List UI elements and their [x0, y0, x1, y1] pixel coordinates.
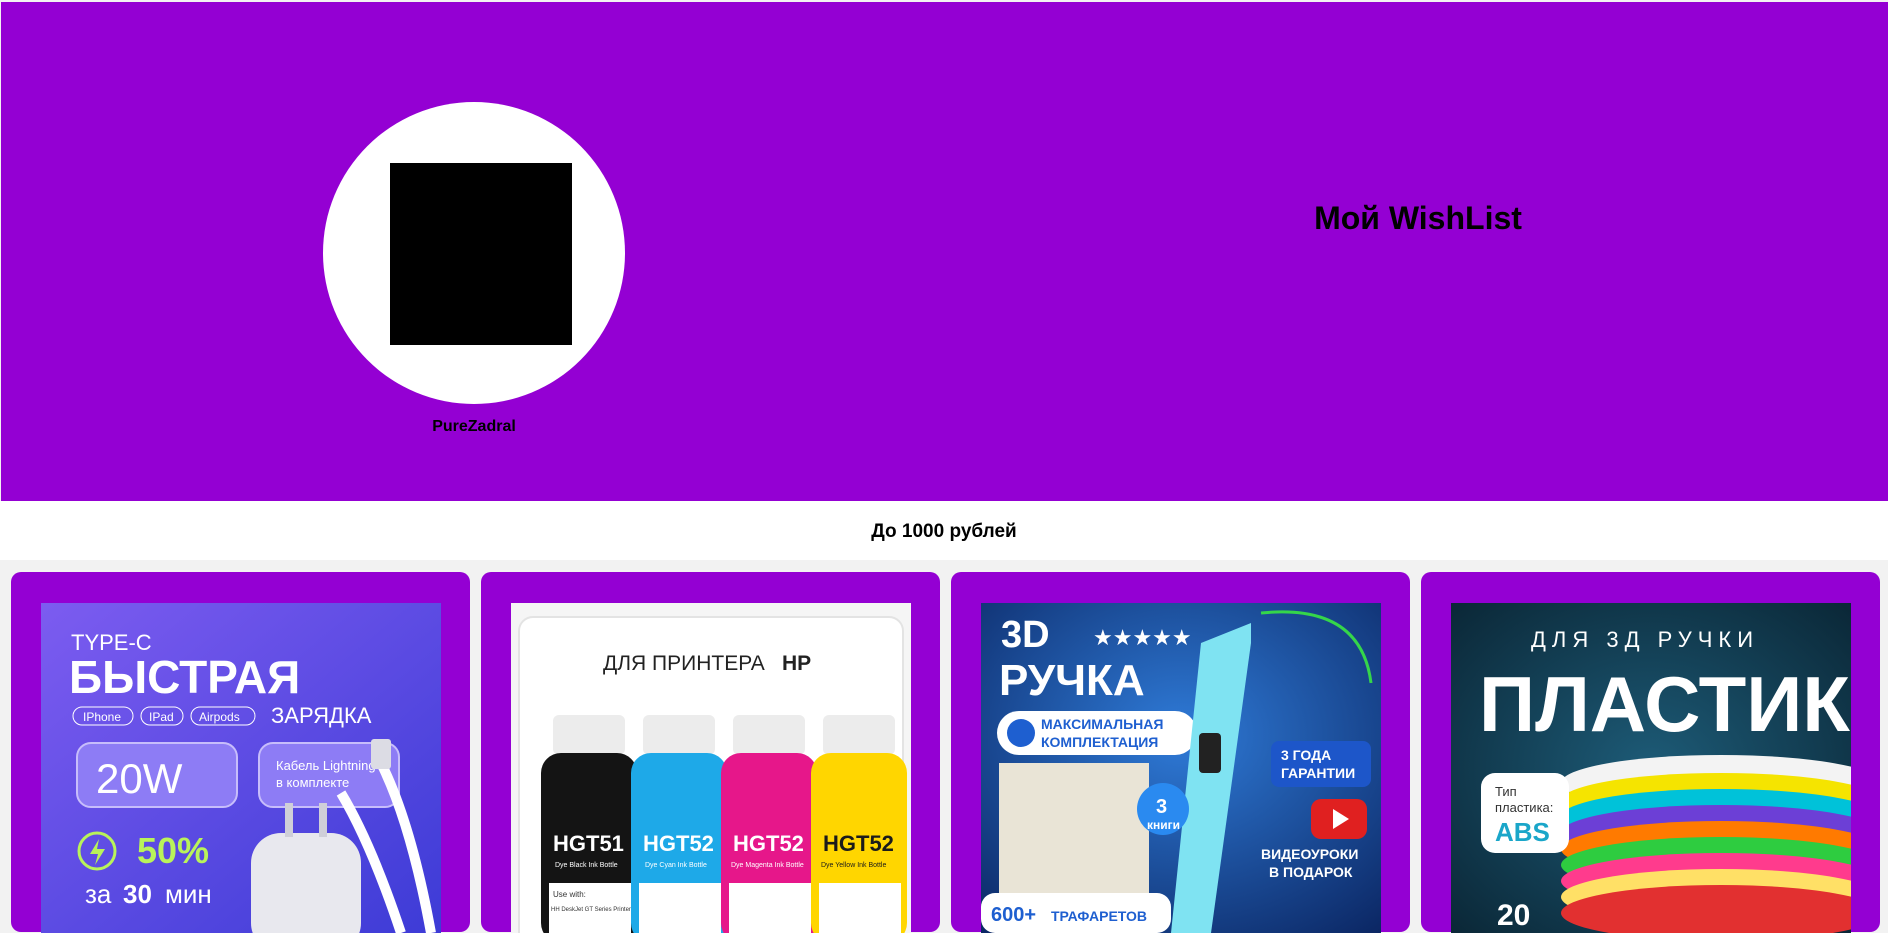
product-card[interactable]: ДЛЯ ПРИНТЕРА HP HGT51 Dye Black Ink Bott… [481, 572, 940, 933]
charger-text-cable: Кабель Lightning [276, 758, 376, 773]
pen-text-max: МАКСИМАЛЬНАЯ [1041, 716, 1163, 732]
charger-text-za: за [85, 879, 112, 909]
plastic-text-20: 20 [1497, 899, 1530, 932]
pen-text-videos: ВИДЕОУРОКИ [1261, 846, 1358, 862]
charger-image-art: TYPE-C БЫСТРАЯ ЗАРЯДКА IPhone IPad Airpo… [41, 603, 441, 933]
avatar-image [390, 163, 572, 345]
pen-text-3d: 3D [1001, 614, 1050, 656]
charger-text-percent: 50% [137, 830, 209, 871]
ink-label-magenta: HGT52 [733, 831, 804, 856]
plastic-text-type: Тип [1495, 784, 1517, 799]
printer-ink-product-image: ДЛЯ ПРИНТЕРА HP HGT51 Dye Black Ink Bott… [511, 603, 911, 933]
pen-text-books: книги [1147, 818, 1180, 832]
ink-use-black: Use with: [553, 890, 586, 899]
3d-plastic-product-image: ДЛЯ 3Д РУЧКИ ПЛАСТИК Тип пластика: ABS 2… [1451, 603, 1851, 933]
charger-text-fast: БЫСТРАЯ [69, 651, 300, 703]
pen-text-3: 3 [1156, 796, 1167, 818]
plastic-text-plastic: ПЛАСТИК [1479, 660, 1850, 748]
product-card[interactable]: TYPE-C БЫСТРАЯ ЗАРЯДКА IPhone IPad Airpo… [11, 572, 470, 933]
printer-ink-image-art: ДЛЯ ПРИНТЕРА HP HGT51 Dye Black Ink Bott… [511, 603, 911, 933]
pen-text-gift: В ПОДАРОК [1269, 864, 1353, 880]
charger-text-charging: ЗАРЯДКА [271, 703, 372, 728]
charger-tag-airpods: Airpods [199, 710, 240, 724]
ink-desc-cyan: Dye Cyan Ink Bottle [645, 862, 707, 869]
charger-text-20w: 20W [96, 755, 183, 802]
username: PureZadral [432, 418, 516, 435]
pen-text-stencils: ТРАФАРЕТОВ [1051, 908, 1147, 924]
page-title: Мой WishList [1314, 200, 1522, 236]
pen-text-600: 600+ [991, 904, 1036, 926]
product-card[interactable]: 3D ★★★★★ РУЧКА МАКСИМАЛЬНАЯ КОМПЛЕКТАЦИЯ… [951, 572, 1410, 933]
profile-header: PureZadral Мой WishList [1, 2, 1888, 501]
pen-rating-stars: ★★★★★ [1093, 626, 1192, 651]
charger-product-image: TYPE-C БЫСТРАЯ ЗАРЯДКА IPhone IPad Airpo… [41, 603, 441, 933]
ink-desc-yellow: Dye Yellow Ink Bottle [821, 862, 886, 869]
ink-text-for-printer: ДЛЯ ПРИНТЕРА [603, 652, 765, 675]
product-grid: TYPE-C БЫСТРАЯ ЗАРЯДКА IPhone IPad Airpo… [0, 560, 1888, 933]
charger-tag-ipad: IPad [149, 710, 174, 724]
plastic-text-of-plastic: пластика: [1495, 800, 1553, 815]
ink-desc-magenta: Dye Magenta Ink Bottle [731, 862, 804, 869]
plastic-text-abs: ABS [1495, 817, 1550, 847]
charger-text-included: в комплекте [276, 775, 349, 790]
ink-text-hp: HP [782, 652, 811, 675]
avatar[interactable] [323, 102, 625, 404]
plastic-text-for-pen: ДЛЯ 3Д РУЧКИ [1531, 627, 1759, 652]
charger-text-min: мин [165, 879, 212, 909]
section-title: До 1000 рублей [871, 521, 1017, 542]
3d-pen-image-art: 3D ★★★★★ РУЧКА МАКСИМАЛЬНАЯ КОМПЛЕКТАЦИЯ… [981, 603, 1381, 933]
charger-text-30: 30 [123, 879, 152, 909]
ink-label-yellow: HGT52 [823, 831, 894, 856]
charger-tag-iphone: IPhone [83, 710, 121, 724]
product-card[interactable]: ДЛЯ 3Д РУЧКИ ПЛАСТИК Тип пластика: ABS 2… [1421, 572, 1880, 933]
ink-label-cyan: HGT52 [643, 831, 714, 856]
ink-desc-black: Dye Black Ink Bottle [555, 862, 618, 869]
pen-text-3years: 3 ГОДА [1281, 747, 1331, 763]
plastic-image-art: ДЛЯ 3Д РУЧКИ ПЛАСТИК Тип пластика: ABS 2… [1451, 603, 1851, 933]
ink-series-black: HH DeskJet GT Series Printer [551, 907, 631, 913]
pen-text-warranty: ГАРАНТИИ [1281, 765, 1355, 781]
price-section-header: До 1000 рублей [0, 501, 1888, 560]
pen-text-kit: КОМПЛЕКТАЦИЯ [1041, 734, 1158, 750]
ink-label-black: HGT51 [553, 831, 624, 856]
pen-text-pen: РУЧКА [999, 656, 1145, 705]
3d-pen-product-image: 3D ★★★★★ РУЧКА МАКСИМАЛЬНАЯ КОМПЛЕКТАЦИЯ… [981, 603, 1381, 933]
